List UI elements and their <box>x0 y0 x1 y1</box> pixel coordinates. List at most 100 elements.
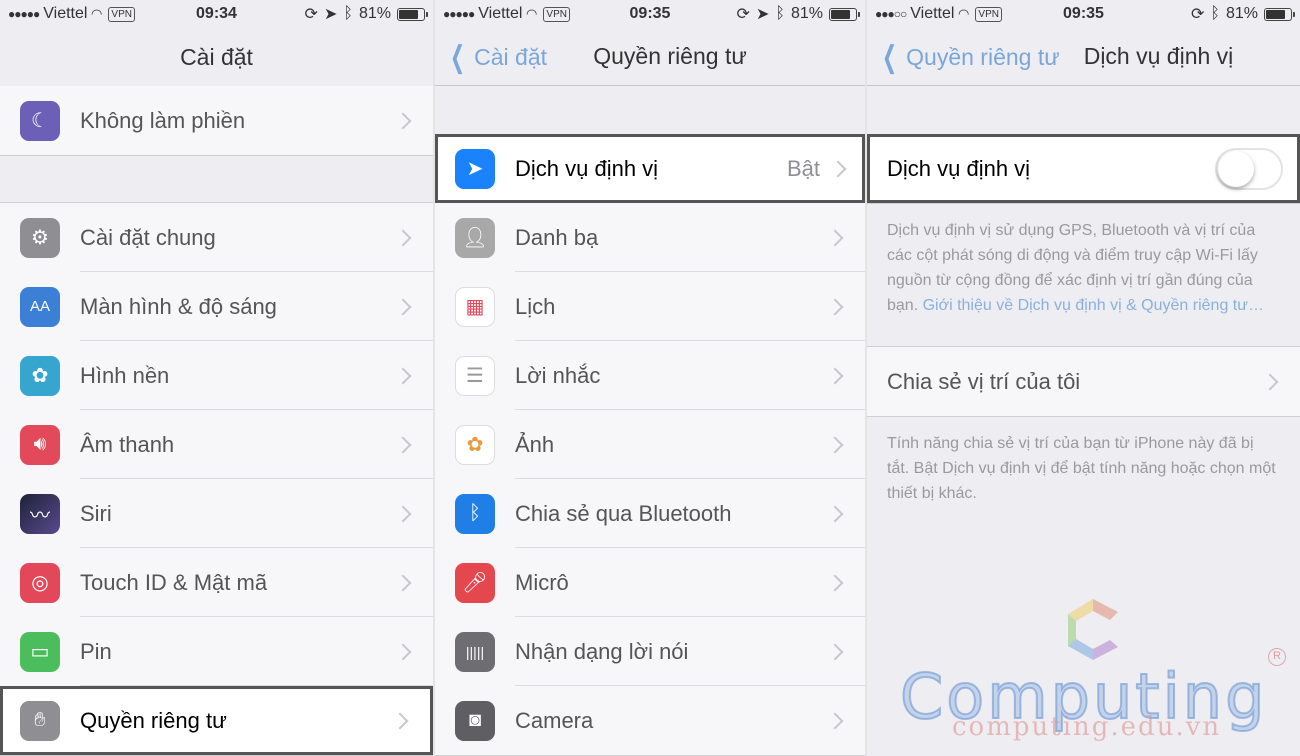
chevron-right-icon <box>826 643 844 660</box>
settings-group: ☾ Không làm phiền <box>0 86 433 156</box>
nav-bar: Cài đặt <box>0 28 433 86</box>
rotation-lock-icon: ⟳ <box>1190 6 1205 23</box>
bluetooth-icon: ᛒ <box>455 493 495 534</box>
battery-icon <box>397 7 428 21</box>
chevron-right-icon <box>394 436 412 453</box>
settings-item-label: Pin <box>80 638 112 664</box>
flower-wallpaper-icon: ✿ <box>20 355 60 396</box>
privacy-item-reminders[interactable]: ☰ Lời nhắc <box>435 341 865 410</box>
chevron-right-icon <box>826 574 844 591</box>
privacy-item-photos[interactable]: ✿ Ảnh <box>435 410 865 479</box>
carrier-name: Viettel <box>43 5 88 22</box>
location-services-toggle[interactable] <box>1215 147 1283 190</box>
privacy-item-calendar[interactable]: ▦ Lịch <box>435 272 865 341</box>
vpn-badge: VPN <box>543 6 570 22</box>
chevron-right-icon <box>826 436 844 453</box>
location-services-row: Dịch vụ định vị <box>867 134 1300 203</box>
carrier-name: Viettel <box>478 5 523 22</box>
hand-icon: ✋︎ <box>20 700 60 741</box>
signal-icon: ●●●○○ <box>875 7 907 21</box>
location-arrow-icon: ➤ <box>455 148 495 189</box>
settings-group: ⚙ Cài đặt chung AA Màn hình & độ sáng ✿ … <box>0 202 433 756</box>
privacy-item-contacts[interactable]: 👤︎ Danh bạ <box>435 203 865 272</box>
battery-icon: ▭ <box>20 631 60 672</box>
privacy-item-label: Danh bạ <box>515 224 599 250</box>
privacy-item-camera[interactable]: ◙ Camera <box>435 686 865 755</box>
wifi-icon: ◠ <box>522 6 538 21</box>
chevron-right-icon <box>394 505 412 522</box>
calendar-icon: ▦ <box>455 286 495 327</box>
settings-item-label: Âm thanh <box>80 431 175 457</box>
status-bar: ●●●●● Viettel ◠ VPN 09:35 ⟳ ➤ ᛒ 81% <box>435 0 865 28</box>
share-location-label: Chia sẻ vị trí của tôi <box>887 368 1081 394</box>
privacy-item-label: Dịch vụ định vị <box>515 155 659 181</box>
share-location-note: Tính năng chia sẻ vị trí của bạn từ iPho… <box>887 435 1276 502</box>
status-bar: ●●●○○ Viettel ◠ VPN 09:35 ⟳ ᛒ 81% <box>867 0 1300 28</box>
wifi-icon: ◠ <box>954 6 970 21</box>
settings-item-siri[interactable]: 〰 Siri <box>0 479 433 548</box>
chevron-right-icon <box>826 298 844 315</box>
back-label: Quyền riêng tư <box>906 43 1060 70</box>
rotation-lock-icon: ⟳ <box>736 6 750 23</box>
chevron-right-icon <box>826 505 844 522</box>
privacy-item-label: Micrô <box>515 569 569 595</box>
settings-item-label: Touch ID & Mật mã <box>80 569 268 595</box>
chevron-right-icon <box>826 367 844 384</box>
waveform-icon: ||||| <box>455 631 495 672</box>
vpn-badge: VPN <box>975 6 1002 22</box>
siri-icon: 〰 <box>20 493 60 534</box>
privacy-item-microphone[interactable]: 🎤︎ Micrô <box>435 548 865 617</box>
bluetooth-icon: ᛒ <box>1210 5 1220 22</box>
back-button[interactable]: ❮ Cài đặt <box>445 28 547 86</box>
settings-item-battery[interactable]: ▭ Pin <box>0 617 433 686</box>
contacts-icon: 👤︎ <box>455 217 495 258</box>
settings-panel: ●●●●● Viettel ◠ VPN 09:34 ⟳ ➤ ᛒ 81% Cài … <box>0 0 433 756</box>
settings-item-general[interactable]: ⚙ Cài đặt chung <box>0 203 433 272</box>
chevron-right-icon <box>391 712 409 729</box>
privacy-item-value: Bật <box>786 155 820 181</box>
nav-bar: ❮ Cài đặt Quyền riêng tư <box>435 28 865 86</box>
bluetooth-icon: ᛒ <box>343 5 353 22</box>
chevron-right-icon <box>829 160 847 177</box>
chevron-left-icon: ❮ <box>882 40 898 74</box>
settings-item-do-not-disturb[interactable]: ☾ Không làm phiền <box>0 86 433 155</box>
back-button[interactable]: ❮ Quyền riêng tư <box>877 28 1060 86</box>
wifi-icon: ◠ <box>87 6 103 21</box>
settings-item-privacy[interactable]: ✋︎ Quyền riêng tư <box>0 686 433 755</box>
chevron-right-icon <box>394 643 412 660</box>
chevron-right-icon <box>394 367 412 384</box>
settings-item-label: Không làm phiền <box>80 107 246 133</box>
vpn-badge: VPN <box>108 6 135 22</box>
privacy-item-bluetooth-sharing[interactable]: ᛒ Chia sẻ qua Bluetooth <box>435 479 865 548</box>
signal-icon: ●●●●● <box>443 7 475 21</box>
share-my-location-row[interactable]: Chia sẻ vị trí của tôi <box>867 347 1300 416</box>
fingerprint-icon: ◎ <box>20 562 60 603</box>
privacy-item-speech-recognition[interactable]: ||||| Nhận dạng lời nói <box>435 617 865 686</box>
privacy-item-label: Lời nhắc <box>515 362 601 388</box>
gear-icon: ⚙ <box>20 217 60 258</box>
settings-item-sounds[interactable]: 🔊︎ Âm thanh <box>0 410 433 479</box>
settings-item-wallpaper[interactable]: ✿ Hình nền <box>0 341 433 410</box>
privacy-item-location-services[interactable]: ➤ Dịch vụ định vị Bật <box>435 134 865 203</box>
chevron-right-icon <box>826 712 844 729</box>
reminders-icon: ☰ <box>455 355 495 396</box>
settings-item-label: Màn hình & độ sáng <box>80 293 277 319</box>
privacy-item-label: Ảnh <box>515 431 555 457</box>
nav-bar: ❮ Quyền riêng tư Dịch vụ định vị <box>867 28 1300 86</box>
privacy-panel: ●●●●● Viettel ◠ VPN 09:35 ⟳ ➤ ᛒ 81% ❮ Cà… <box>435 0 865 756</box>
location-services-panel: ●●●○○ Viettel ◠ VPN 09:35 ⟳ ᛒ 81% ❮ Quyề… <box>867 0 1300 756</box>
photos-icon: ✿ <box>455 424 495 465</box>
bluetooth-icon: ᛒ <box>775 5 785 22</box>
settings-item-touch-id[interactable]: ◎ Touch ID & Mật mã <box>0 548 433 617</box>
chevron-left-icon: ❮ <box>450 40 466 74</box>
share-location-group: Chia sẻ vị trí của tôi <box>867 346 1300 417</box>
about-location-privacy-link[interactable]: Giới thiệu về Dịch vụ định vị & Quyền ri… <box>923 297 1264 314</box>
settings-item-display-brightness[interactable]: AA Màn hình & độ sáng <box>0 272 433 341</box>
chevron-right-icon <box>394 112 412 129</box>
page-title: Cài đặt <box>180 43 253 70</box>
camera-icon: ◙ <box>455 700 495 741</box>
privacy-item-label: Camera <box>515 707 594 733</box>
